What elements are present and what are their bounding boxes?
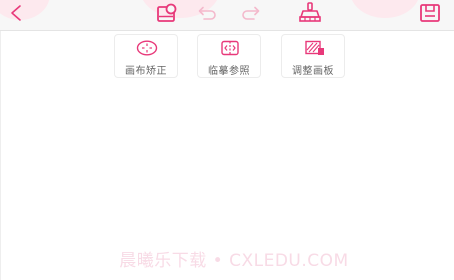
tracing-reference-label: 临摹参照 (208, 66, 250, 77)
save-icon (420, 4, 440, 22)
undo-icon (198, 6, 216, 20)
save-button[interactable] (418, 2, 442, 24)
mirror-compare-icon (219, 40, 241, 56)
top-toolbar (0, 0, 454, 31)
adjust-canvas-icon (303, 40, 325, 56)
broom-icon (299, 2, 321, 22)
undo-button[interactable] (195, 3, 219, 23)
canvas-tools-panel: 画布矫正 临摹参照 调整画板 (0, 31, 454, 81)
canvas-correction-button[interactable]: 画布矫正 (114, 34, 178, 78)
adjust-canvas-label: 调整画板 (292, 66, 334, 77)
reference-image-button[interactable] (155, 2, 179, 24)
crosshair-circle-icon (136, 40, 158, 56)
watermark-text: 晨曦乐下载 • CXLEDU.COM (119, 251, 349, 271)
reference-image-icon (157, 3, 177, 22)
chevron-left-icon (11, 5, 21, 21)
canvas-correction-label: 画布矫正 (125, 66, 167, 77)
tracing-reference-button[interactable]: 临摹参照 (197, 34, 261, 78)
back-button[interactable] (6, 3, 26, 23)
clear-canvas-button[interactable] (297, 2, 323, 24)
redo-icon (242, 6, 260, 20)
adjust-canvas-button[interactable]: 调整画板 (281, 34, 345, 78)
decor-blob-right (350, 0, 420, 18)
redo-button[interactable] (239, 3, 263, 23)
